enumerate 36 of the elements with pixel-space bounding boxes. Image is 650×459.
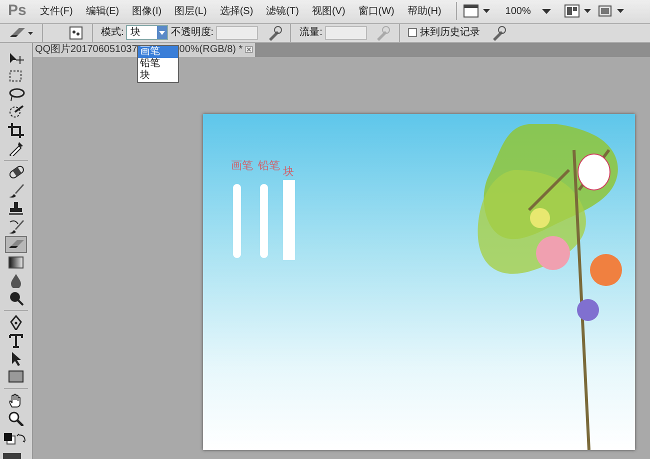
- menu-item[interactable]: 窗口(W): [354, 4, 398, 19]
- mode-dropdown[interactable]: 块: [126, 25, 168, 40]
- menu-item[interactable]: 图层(L): [170, 4, 211, 19]
- opacity-field[interactable]: [216, 26, 258, 40]
- erase-to-history-label: 抹到历史记录: [420, 26, 480, 40]
- zoom-level-dropdown[interactable]: 100%: [501, 4, 535, 19]
- screen-frame-icon[interactable]: [596, 4, 625, 18]
- menu-item[interactable]: 选择(S): [216, 4, 258, 19]
- flow-label: 流量:: [300, 26, 322, 40]
- canvas-text: 块: [283, 164, 294, 180]
- menu-item[interactable]: 图像(I): [128, 4, 166, 19]
- screen-mode-icon[interactable]: [463, 4, 492, 18]
- opacity-label: 不透明度:: [170, 26, 214, 40]
- canvas-text: 铅笔: [258, 158, 280, 174]
- caret-icon[interactable]: [540, 7, 554, 16]
- eraser-tool-icon[interactable]: [8, 26, 34, 40]
- brush-panel-icon[interactable]: [69, 26, 83, 40]
- tab-title: 00%(RGB/8) *: [179, 43, 243, 57]
- dropdown-option[interactable]: 铅笔: [138, 58, 178, 70]
- canvas-text: 画笔: [231, 158, 253, 174]
- tab-title: QQ图片201706051037: [35, 42, 138, 57]
- dropdown-option[interactable]: 块: [138, 70, 178, 82]
- menu-item[interactable]: 帮助(H): [403, 4, 446, 19]
- app-logo: Ps: [7, 1, 28, 21]
- dropdown-option[interactable]: 画笔: [138, 46, 178, 58]
- menu-item[interactable]: 滤镜(T): [262, 4, 303, 19]
- crop-icon[interactable]: [5, 122, 27, 138]
- flow-field[interactable]: [324, 26, 367, 40]
- mode-label: 模式:: [101, 26, 124, 40]
- arrange-documents-icon[interactable]: [564, 4, 592, 18]
- eraser-icon[interactable]: [5, 236, 27, 252]
- menu-item[interactable]: 编辑(E): [82, 4, 124, 19]
- menu-item[interactable]: 视图(V): [308, 4, 350, 19]
- close-icon[interactable]: [245, 45, 253, 54]
- menu-item[interactable]: 文件(F): [36, 4, 77, 19]
- checkbox[interactable]: [408, 28, 418, 37]
